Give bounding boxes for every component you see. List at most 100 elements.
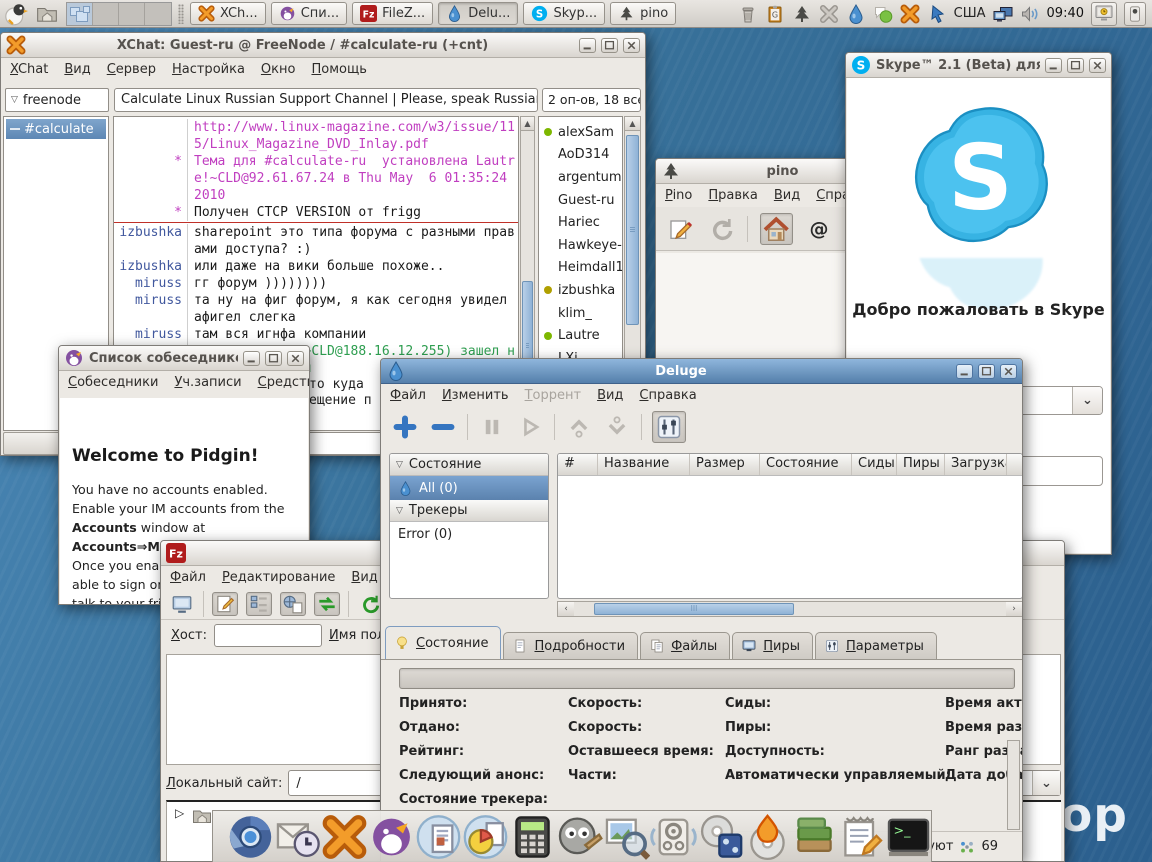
column-header[interactable]: Состояние [760,454,852,475]
column-header[interactable]: Пиры [897,454,945,475]
workspace-3[interactable] [119,3,145,25]
table-h-scrollbar[interactable]: ‹ › [557,601,1023,617]
filter-all[interactable]: All (0) [390,476,548,500]
calculate-menu-icon[interactable] [4,2,28,26]
scrollbar-thumb[interactable] [594,603,794,615]
disc-burner-icon[interactable] [744,814,791,860]
menu-item[interactable]: Собеседники [68,375,158,390]
user-item[interactable]: alexSam [539,121,622,144]
deluge-titlebar[interactable]: Deluge [381,359,1022,384]
column-header[interactable]: Размер [690,454,760,475]
keyboard-layout-label[interactable]: США [954,6,986,21]
clipboard-icon[interactable]: G [765,4,785,24]
media-player-icon[interactable] [697,814,744,860]
taskbar-button[interactable]: Delu... [438,2,518,25]
menu-item[interactable]: Файл [170,570,206,585]
toggle-remote-button[interactable] [280,592,306,616]
workspace-pager[interactable] [66,2,172,26]
calculator-icon[interactable] [509,814,556,860]
user-item[interactable]: Hariec [539,211,622,234]
dictionary-icon[interactable] [791,814,838,860]
scroll-left-icon[interactable]: ‹ [558,602,574,616]
workspace-4[interactable] [145,3,171,25]
scroll-up-icon[interactable]: ▲ [625,117,640,131]
menu-item[interactable]: Вид [64,62,90,77]
word-processor-icon[interactable] [415,814,462,860]
tab[interactable]: Пиры [732,632,813,659]
tab[interactable]: Состояние [385,626,501,659]
filter-sidebar[interactable]: ▽ Состояние All (0) ▽ Трекеры Error (0) [389,453,549,599]
audio-player-icon[interactable] [650,814,697,860]
skype-titlebar[interactable]: S Skype™ 2.1 (Beta) для Linu [846,53,1111,78]
panel-scrollbar[interactable] [1007,740,1020,830]
pine-icon[interactable] [792,4,812,24]
chevron-down-icon[interactable]: ⌄ [1032,771,1060,795]
speaker-icon[interactable] [1020,4,1040,24]
user-item[interactable]: Guest-ru [539,189,622,212]
refresh-button[interactable] [707,214,736,244]
menu-item[interactable]: Файл [390,388,426,403]
filter-header-state[interactable]: ▽ Состояние [390,454,548,476]
pidgin-titlebar[interactable]: Список собеседников [59,346,309,371]
xchat-titlebar[interactable]: XChat: Guest-ru @ FreeNode / #calculate-… [1,33,645,58]
menu-item[interactable]: Окно [261,62,296,77]
menu-item[interactable]: Вид [774,188,800,203]
home-button[interactable] [760,213,792,245]
menu-item[interactable]: Правка [708,188,757,203]
taskbar-button[interactable]: Fz FileZ... [352,2,433,25]
close-button[interactable] [287,351,304,366]
user-item[interactable]: Lautre [539,324,622,347]
site-manager-button[interactable] [169,592,195,616]
tab[interactable]: Подробности [503,632,638,659]
toggle-tree-button[interactable] [246,592,272,616]
topic-input[interactable]: Calculate Linux Russian Support Channel … [114,88,538,112]
cursor-icon[interactable] [927,4,947,24]
menu-item[interactable]: Вид [597,388,623,403]
maximize-button[interactable] [601,38,618,53]
taskbar-button[interactable]: pino [610,2,676,25]
xgray-icon[interactable] [819,4,839,24]
power-switch-icon[interactable] [1124,2,1146,26]
mail-client-icon[interactable] [274,814,321,860]
taskbar-button[interactable]: XCh... [190,2,266,25]
column-header[interactable]: Название [598,454,690,475]
close-button[interactable] [623,38,640,53]
deluge-icon[interactable] [846,4,866,24]
scroll-up-icon[interactable]: ▲ [521,117,534,131]
maximize-button[interactable] [265,351,282,366]
menu-item[interactable]: Редактирование [222,570,335,585]
screensaver-applet-icon[interactable] [1091,2,1117,26]
clock[interactable]: 09:40 [1047,6,1084,21]
expander-icon[interactable]: ▷ [175,806,184,820]
column-header[interactable]: Сиды [852,454,897,475]
workspace-1[interactable] [67,3,93,25]
user-item[interactable]: Heimdall1 [539,257,622,280]
chevron-down-icon[interactable]: ⌄ [1072,387,1102,414]
menu-item[interactable]: Сервер [107,62,156,77]
workspace-2[interactable] [93,3,119,25]
resume-button[interactable] [516,413,544,441]
menu-item[interactable]: Справка [639,388,696,403]
queue-down-button[interactable] [603,413,631,441]
menu-item[interactable]: Торрент [525,388,581,403]
compose-button[interactable] [666,214,695,244]
tab[interactable]: Файлы [640,632,730,659]
maximize-button[interactable] [978,364,995,379]
minimize-button[interactable] [1045,58,1062,73]
file-manager-icon[interactable] [34,3,60,25]
user-item[interactable]: klim_ [539,302,622,325]
text-editor-icon[interactable] [838,814,885,860]
user-item[interactable]: AoD314 [539,144,622,167]
menu-item[interactable]: Настройка [172,62,245,77]
menu-item[interactable]: Уч.записи [174,375,241,390]
user-item[interactable]: izbushka [539,279,622,302]
host-input[interactable] [214,624,322,647]
terminal-icon[interactable]: >_ [885,814,932,860]
taskbar-button[interactable]: Спи... [271,2,347,25]
scrollbar-thumb[interactable] [626,135,639,325]
remove-torrent-button[interactable] [429,413,457,441]
minimize-button[interactable] [956,364,973,379]
menu-item[interactable]: Вид [351,570,377,585]
pause-button[interactable] [478,413,506,441]
column-header[interactable]: Загрузка [945,454,1007,475]
